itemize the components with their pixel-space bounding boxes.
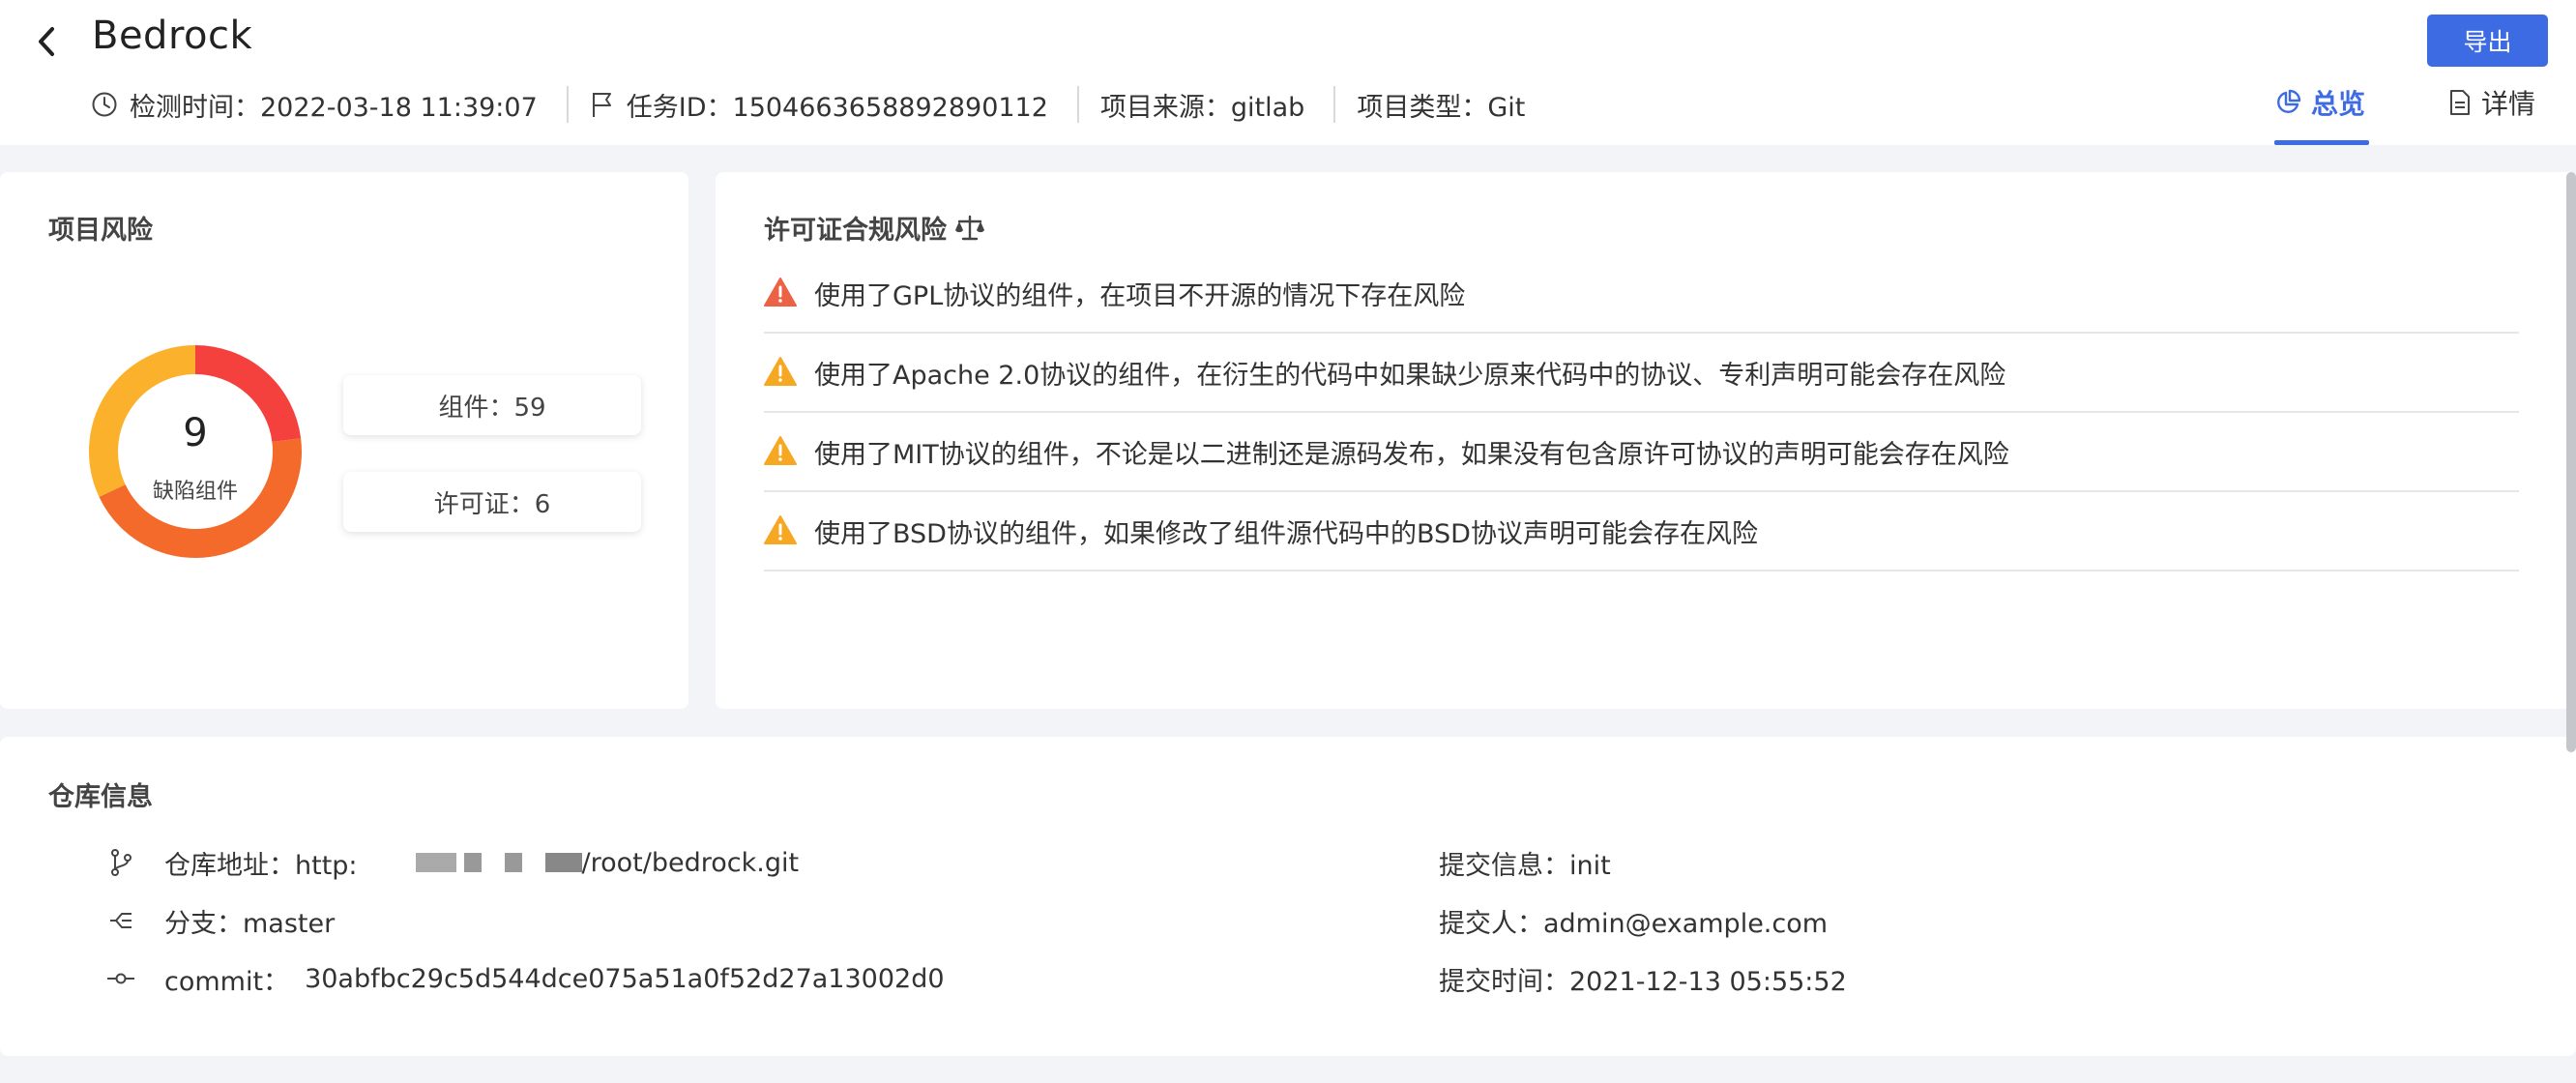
export-button[interactable]: 导出 — [2427, 15, 2548, 67]
divider — [1333, 86, 1336, 123]
committer: 提交人：admin@example.com — [1439, 908, 1829, 939]
license-count-box: 许可证：6 — [343, 472, 641, 532]
commit-message-row: 提交信息：init — [1439, 843, 1611, 882]
repo-info-title: 仓库信息 — [48, 782, 153, 812]
license-risk-text: 使用了MIT协议的组件，不论是以二进制还是源码发布，如果没有包含原许可协议的声明… — [814, 439, 2009, 470]
repo-info-card: 仓库信息 — [0, 737, 2576, 1056]
clock-icon — [91, 91, 118, 118]
warning-icon — [764, 514, 797, 547]
commit-time-row: 提交时间：2021-12-13 05:55:52 — [1439, 959, 1847, 998]
commit-row: commit： 30abfbc29c5d544dce075a51a0f52d27… — [106, 959, 945, 998]
scale-icon — [954, 214, 985, 243]
redacted-mask — [415, 853, 582, 872]
meta-check-time-text: 检测时间：2022-03-18 11:39:07 — [130, 92, 538, 123]
commit-label: commit： — [164, 966, 290, 997]
repo-address-row: 仓库地址：http: /root/bedrock.git — [106, 843, 799, 882]
warning-icon — [764, 435, 797, 468]
committer-row: 提交人：admin@example.com — [1439, 901, 1828, 940]
git-branch-icon — [106, 848, 135, 877]
merge-icon — [106, 910, 135, 931]
document-icon — [2448, 89, 2472, 123]
page-scrollbar[interactable] — [2566, 172, 2576, 752]
commit-hash: 30abfbc29c5d544dce075a51a0f52d27a13002d0 — [305, 963, 945, 994]
back-button[interactable] — [27, 19, 66, 64]
license-risk-item: 使用了BSD协议的组件，如果修改了组件源代码中的BSD协议声明可能会存在风险 — [764, 492, 2519, 571]
divider — [566, 86, 569, 123]
meta-task-id-text: 任务ID：1504663658892890112 — [626, 92, 1048, 123]
tab-overview-label: 总览 — [2311, 88, 2366, 120]
meta-task-id: 任务ID：1504663658892890112 — [590, 86, 1048, 124]
branch-row: 分支：master — [106, 901, 335, 940]
pie-chart-icon — [2274, 89, 2301, 123]
repo-address-path: /root/bedrock.git — [581, 847, 800, 878]
component-count: 组件：59 — [438, 393, 546, 423]
license-risk-text: 使用了BSD协议的组件，如果修改了组件源代码中的BSD协议声明可能会存在风险 — [814, 518, 1758, 549]
page-title: Bedrock — [92, 14, 253, 58]
warning-icon — [764, 356, 797, 389]
defect-count: 9 — [183, 411, 208, 455]
license-risk-item: 使用了GPL协议的组件，在项目不开源的情况下存在风险 — [764, 254, 2519, 334]
meta-project-type-text: 项目类型：Git — [1357, 92, 1526, 123]
license-risk-title-text: 许可证合规风险 — [764, 216, 947, 246]
tab-details-label: 详情 — [2481, 88, 2536, 120]
header-bar: Bedrock 导出 检测时间：2022-03-18 11:39:07 任务ID… — [0, 0, 2576, 145]
license-risk-title: 许可证合规风险 — [764, 209, 985, 247]
repo-address-prefix: 仓库地址：http: — [164, 850, 358, 881]
commit-time: 提交时间：2021-12-13 05:55:52 — [1439, 966, 1847, 997]
tab-overview[interactable]: 总览 — [2274, 83, 2369, 145]
tab-details[interactable]: 详情 — [2448, 83, 2545, 145]
meta-project-source: 项目来源：gitlab — [1100, 86, 1304, 124]
flag-icon — [590, 90, 615, 119]
license-count: 许可证：6 — [433, 489, 551, 519]
project-risk-title: 项目风险 — [48, 216, 153, 246]
meta-project-source-text: 项目来源：gitlab — [1099, 92, 1305, 123]
license-risk-text: 使用了GPL协议的组件，在项目不开源的情况下存在风险 — [814, 280, 1466, 311]
defect-donut-chart: 9 缺陷组件 — [87, 343, 304, 560]
warning-icon — [764, 277, 797, 309]
defect-label: 缺陷组件 — [152, 480, 238, 504]
branch-text: 分支：master — [164, 908, 336, 939]
commit-message: 提交信息：init — [1439, 850, 1611, 881]
license-risk-item: 使用了MIT协议的组件，不论是以二进制还是源码发布，如果没有包含原许可协议的声明… — [764, 413, 2519, 492]
component-count-box: 组件：59 — [343, 375, 641, 435]
license-risk-text: 使用了Apache 2.0协议的组件，在衍生的代码中如果缺少原来代码中的协议、专… — [814, 360, 2006, 391]
chevron-left-icon — [39, 27, 54, 56]
meta-project-type: 项目类型：Git — [1357, 86, 1525, 124]
commit-icon — [106, 971, 135, 986]
divider — [1076, 86, 1079, 123]
meta-check-time: 检测时间：2022-03-18 11:39:07 — [91, 86, 538, 124]
task-meta: 检测时间：2022-03-18 11:39:07 任务ID：1504663658… — [91, 85, 1525, 124]
license-risk-item: 使用了Apache 2.0协议的组件，在衍生的代码中如果缺少原来代码中的协议、专… — [764, 334, 2519, 413]
